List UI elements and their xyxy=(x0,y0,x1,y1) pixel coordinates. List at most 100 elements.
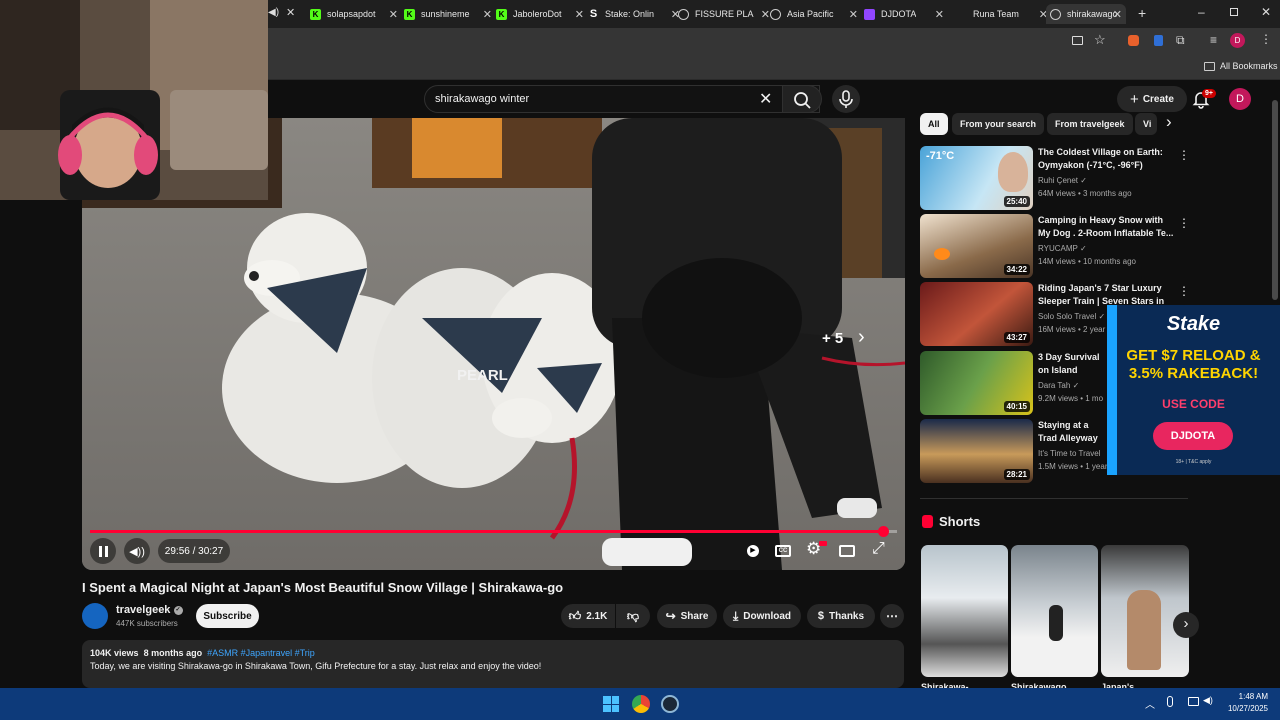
extensions-icon[interactable]: ⧉ xyxy=(1176,33,1185,48)
stake-promo-overlay[interactable]: Stake GET $7 RELOAD & 3.5% RAKEBACK! USE… xyxy=(1107,305,1280,475)
tray-mic-icon[interactable] xyxy=(1167,696,1173,707)
more-vert-icon[interactable]: ⋮ xyxy=(1178,284,1190,298)
tray-chevron-icon[interactable]: ︿ xyxy=(1145,696,1155,711)
extension-fox-icon[interactable] xyxy=(1128,35,1139,46)
browser-tab[interactable]: Asia Pacific ✕ xyxy=(770,4,858,24)
account-avatar[interactable]: D xyxy=(1229,88,1251,110)
hashtags[interactable]: #ASMR #Japantravel #Trip xyxy=(207,648,315,658)
chrome-menu-icon[interactable]: ⋮ xyxy=(1260,32,1272,46)
recommendation-channel[interactable]: Ruhi Çenet ✓ xyxy=(1038,176,1087,185)
browser-tab[interactable]: K solapsapdot ✕ xyxy=(310,4,398,24)
close-tab-icon[interactable]: ✕ xyxy=(286,6,295,19)
fullscreen-icon[interactable]: ⤢ xyxy=(872,540,885,558)
close-icon[interactable]: ✕ xyxy=(483,8,492,21)
create-button[interactable]: + Create xyxy=(1117,86,1187,112)
audio-icon[interactable]: ◀) xyxy=(268,7,279,18)
chips-next-icon[interactable]: › xyxy=(1166,112,1172,132)
dislike-button[interactable]: 👎︎ xyxy=(616,604,650,628)
chevron-right-icon[interactable]: › xyxy=(858,326,865,349)
steam-taskbar-icon[interactable] xyxy=(661,695,679,713)
search-input[interactable]: shirakawago winter xyxy=(435,93,529,105)
chip-from-channel[interactable]: From travelgeek xyxy=(1047,113,1133,135)
recommendation-channel[interactable]: It's Time to Travel xyxy=(1038,449,1100,458)
video-thumbnail[interactable]: 34:22 xyxy=(920,214,1033,278)
download-button[interactable]: ⤓ Download xyxy=(723,604,801,628)
share-button[interactable]: ↪ Share xyxy=(657,604,717,628)
video-thumbnail[interactable]: 28:21 xyxy=(920,419,1033,483)
more-vert-icon[interactable]: ⋮ xyxy=(1178,148,1190,162)
short-thumbnail[interactable] xyxy=(1011,545,1098,677)
recommendation-item[interactable]: 34:22 Camping in Heavy Snow with My Dog … xyxy=(920,214,1190,278)
recommendation-channel[interactable]: Solo Solo Travel ✓ xyxy=(1038,312,1105,321)
progress-bar[interactable] xyxy=(90,526,897,537)
subscribe-button[interactable]: Subscribe xyxy=(196,604,259,628)
close-icon[interactable]: ✕ xyxy=(575,8,584,21)
page-scrollbar[interactable] xyxy=(1272,100,1278,300)
video-thumbnail[interactable]: 40:15 xyxy=(920,351,1033,415)
clear-search-icon[interactable]: ✕ xyxy=(759,89,772,109)
chip-partial[interactable]: Vi xyxy=(1135,113,1157,135)
restore-icon[interactable] xyxy=(1230,8,1238,16)
all-bookmarks-link[interactable]: All Bookmarks xyxy=(1220,61,1278,71)
captions-button[interactable]: CC xyxy=(775,545,791,557)
description-box[interactable]: 104K views 8 months ago #ASMR #Japantrav… xyxy=(82,640,904,688)
channel-avatar[interactable] xyxy=(82,603,108,629)
volume-button[interactable]: ◀)) xyxy=(124,538,150,564)
recommendation-title[interactable]: The Coldest Village on Earth: Oymyakon (… xyxy=(1038,146,1178,172)
tray-volume-icon[interactable]: ◀) xyxy=(1203,695,1213,706)
new-tab-icon[interactable]: + xyxy=(1138,5,1146,21)
bookmark-star-icon[interactable]: ☆ xyxy=(1094,32,1106,48)
voice-search-button[interactable] xyxy=(832,85,860,113)
browser-tab-active[interactable]: shirakawago ✕ xyxy=(1046,4,1126,24)
more-actions-button[interactable]: ⋯ xyxy=(880,604,904,628)
browser-tab[interactable]: S Stake: Onlin ✕ xyxy=(588,4,680,24)
video-thumbnail[interactable]: -71°C 25:40 xyxy=(920,146,1033,210)
video-thumbnail[interactable]: 43:27 xyxy=(920,282,1033,346)
recommendation-channel[interactable]: Dara Tah ✓ xyxy=(1038,381,1079,390)
ad-code-button[interactable]: DJDOTA xyxy=(1153,422,1233,450)
windows-start-icon[interactable] xyxy=(603,696,619,712)
upload-age: 8 months ago xyxy=(143,648,203,658)
more-vert-icon[interactable]: ⋮ xyxy=(1178,216,1190,230)
chip-from-your-search[interactable]: From your search xyxy=(952,113,1045,135)
miniplayer-icon[interactable] xyxy=(839,545,855,557)
pause-button[interactable] xyxy=(90,538,116,564)
clock-time[interactable]: 1:48 AM xyxy=(1228,692,1268,701)
browser-tab[interactable]: DJDOTA ✕ xyxy=(864,4,944,24)
short-thumbnail[interactable] xyxy=(1101,545,1189,677)
browser-tab[interactable]: K sunshineme ✕ xyxy=(404,4,492,24)
recommendation-title[interactable]: Staying at a Trad Alleyway Turned xyxy=(1038,419,1108,445)
minimize-icon[interactable]: – xyxy=(1198,5,1205,19)
shorts-next-button[interactable]: › xyxy=(1173,612,1199,638)
verified-icon: ✓ xyxy=(1080,176,1087,185)
tray-network-icon[interactable] xyxy=(1188,697,1199,706)
recommendation-channel[interactable]: RYUCAMP ✓ xyxy=(1038,244,1087,253)
gallery-count[interactable]: + 5 xyxy=(822,330,843,347)
browser-tab[interactable]: FISSURE PLA ✕ xyxy=(678,4,770,24)
close-icon[interactable]: ✕ xyxy=(389,8,398,21)
clock-date[interactable]: 10/27/2025 xyxy=(1222,704,1268,713)
chip-all[interactable]: All xyxy=(920,113,948,135)
browser-tab[interactable]: K JaboleroDot ✕ xyxy=(496,4,584,24)
media-control-icon[interactable]: ≡ xyxy=(1210,33,1217,47)
recommendation-title[interactable]: 3 Day Survival on Island xyxy=(1038,351,1108,377)
extension-shield-icon[interactable] xyxy=(1154,35,1163,46)
chrome-taskbar-icon[interactable] xyxy=(632,695,650,713)
window-close-icon[interactable]: ✕ xyxy=(1261,5,1271,19)
recommendation-item[interactable]: -71°C 25:40 The Coldest Village on Earth… xyxy=(920,146,1190,210)
like-button[interactable]: 👍︎ 2.1K xyxy=(561,604,615,628)
search-box[interactable]: shirakawago winter ✕ xyxy=(424,85,820,113)
profile-avatar[interactable]: D xyxy=(1230,33,1245,48)
search-button[interactable] xyxy=(782,85,822,113)
cast-icon[interactable] xyxy=(1072,36,1083,45)
channel-name[interactable]: travelgeek ✓ xyxy=(116,604,183,616)
recommendation-title[interactable]: Camping in Heavy Snow with My Dog . 2-Ro… xyxy=(1038,214,1178,240)
close-icon[interactable]: ✕ xyxy=(1113,8,1122,21)
close-icon[interactable]: ✕ xyxy=(761,8,770,21)
close-icon[interactable]: ✕ xyxy=(849,8,858,21)
thanks-button[interactable]: $ Thanks xyxy=(807,604,875,628)
browser-tab[interactable]: Runa Team ✕ xyxy=(956,4,1048,24)
short-thumbnail[interactable] xyxy=(921,545,1008,677)
autoplay-toggle[interactable]: ▶ xyxy=(742,542,764,560)
close-icon[interactable]: ✕ xyxy=(935,8,944,21)
